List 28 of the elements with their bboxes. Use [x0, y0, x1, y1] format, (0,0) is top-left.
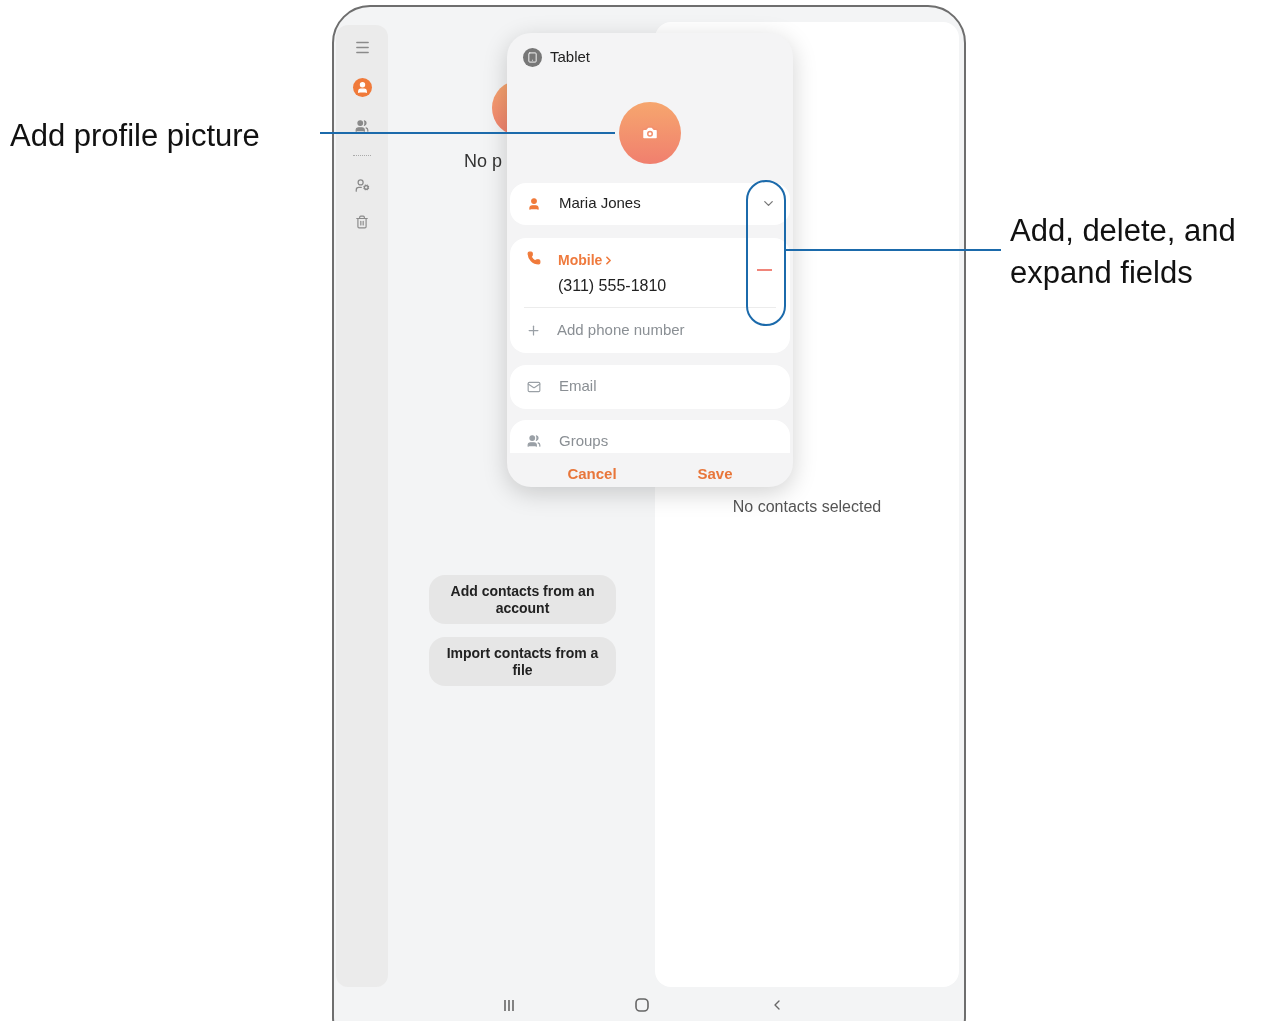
- input-field[interactable]: Email: [510, 364, 790, 409]
- tablet-icon: [523, 47, 542, 67]
- input-field[interactable]: Groups: [510, 419, 790, 453]
- phone-number: (311) 555-1810: [558, 275, 668, 296]
- storage-label: Tablet: [550, 47, 591, 67]
- remove-icon[interactable]: [757, 268, 772, 271]
- phone-type-link[interactable]: Mobile: [558, 249, 757, 271]
- person-gear-icon[interactable]: [354, 178, 370, 193]
- trash-icon[interactable]: [355, 215, 369, 229]
- empty-text: No contacts selected: [732, 497, 882, 517]
- import-button[interactable]: Import contacts from a file: [429, 637, 616, 686]
- people-icon[interactable]: [355, 119, 369, 133]
- name-field[interactable]: Maria Jones: [510, 182, 790, 225]
- recent-apps-icon[interactable]: [503, 998, 515, 1012]
- people-icon: [527, 434, 541, 448]
- camera-icon: [641, 123, 659, 142]
- action-button[interactable]: Save: [689, 462, 741, 485]
- callout-label: Add profile picture: [10, 117, 260, 155]
- empty-text: No p: [464, 150, 504, 173]
- import-button[interactable]: Add contacts from an account: [429, 575, 616, 624]
- person-icon: [527, 196, 541, 211]
- menu-icon[interactable]: [353, 39, 371, 56]
- action-button[interactable]: Cancel: [559, 462, 625, 485]
- add-phone-field[interactable]: Add phone number: [524, 307, 776, 353]
- callout-label: Add, delete, and expand fields: [1010, 212, 1237, 292]
- person-icon[interactable]: [352, 78, 372, 97]
- envelope-icon: [527, 379, 541, 394]
- home-icon[interactable]: [635, 998, 649, 1012]
